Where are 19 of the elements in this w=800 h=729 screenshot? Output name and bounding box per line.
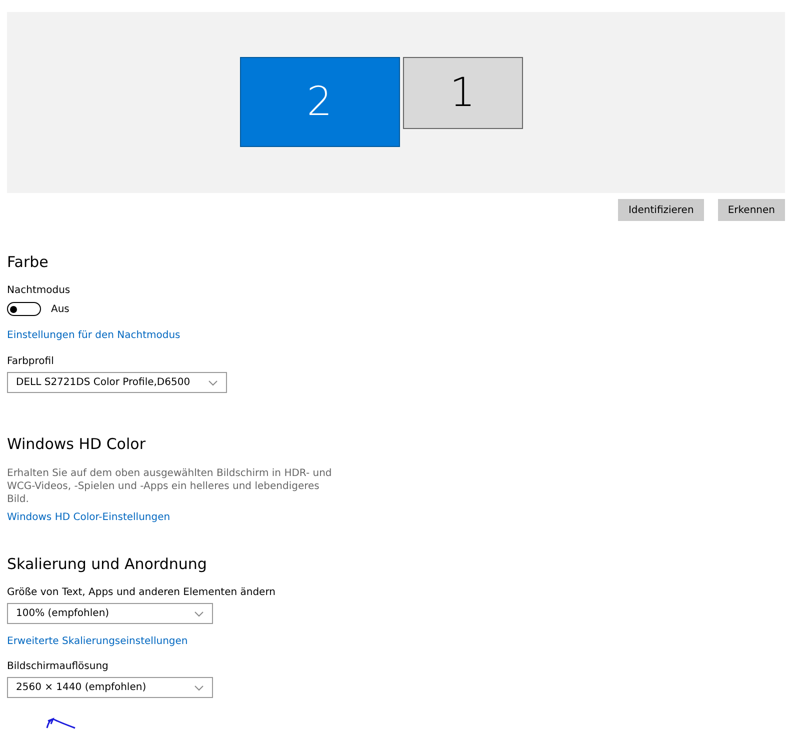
monitor-tile[interactable]: 2 (240, 57, 400, 147)
field-label: Nachtmodus (7, 285, 72, 296)
advanced-scaling-link[interactable]: Erweiterte Skalierungseinstellungen (7, 636, 188, 647)
identify-button[interactable]: Identifizieren (618, 199, 704, 221)
monitor-tile[interactable]: 1 (402, 57, 522, 129)
field-label: Bildschirmauflösung (7, 661, 110, 672)
section-heading: Farbe (7, 253, 50, 271)
detect-button[interactable]: Erkennen (718, 199, 785, 221)
description-text: Erhalten Sie auf dem oben ausgewählten Bildschirm in HDR- und WCG-Videos, -Spielen und -Apps ein helleres und lebendigeres Bild. (7, 467, 333, 506)
night-mode-settings-link[interactable]: Einstellungen für den Nachtmodus (7, 330, 180, 341)
field-label: Größe von Text, Apps und anderen Elementen ändern (7, 587, 276, 598)
resolution-dropdown[interactable]: 2560 × 1440 (empfohlen) (7, 677, 213, 698)
section-heading: Skalierung und Anordnung (7, 555, 208, 573)
scale-dropdown[interactable]: 100% (empfohlen) (7, 603, 213, 624)
hd-color-settings-link[interactable]: Windows HD Color-Einstellungen (7, 512, 170, 523)
color-profile-dropdown[interactable]: DELL S2721DS Color Profile,D6500 (7, 372, 227, 393)
section-heading: Windows HD Color (7, 435, 146, 453)
toggle-state-text: Aus (51, 304, 70, 314)
field-label: Farbprofil (7, 356, 55, 367)
